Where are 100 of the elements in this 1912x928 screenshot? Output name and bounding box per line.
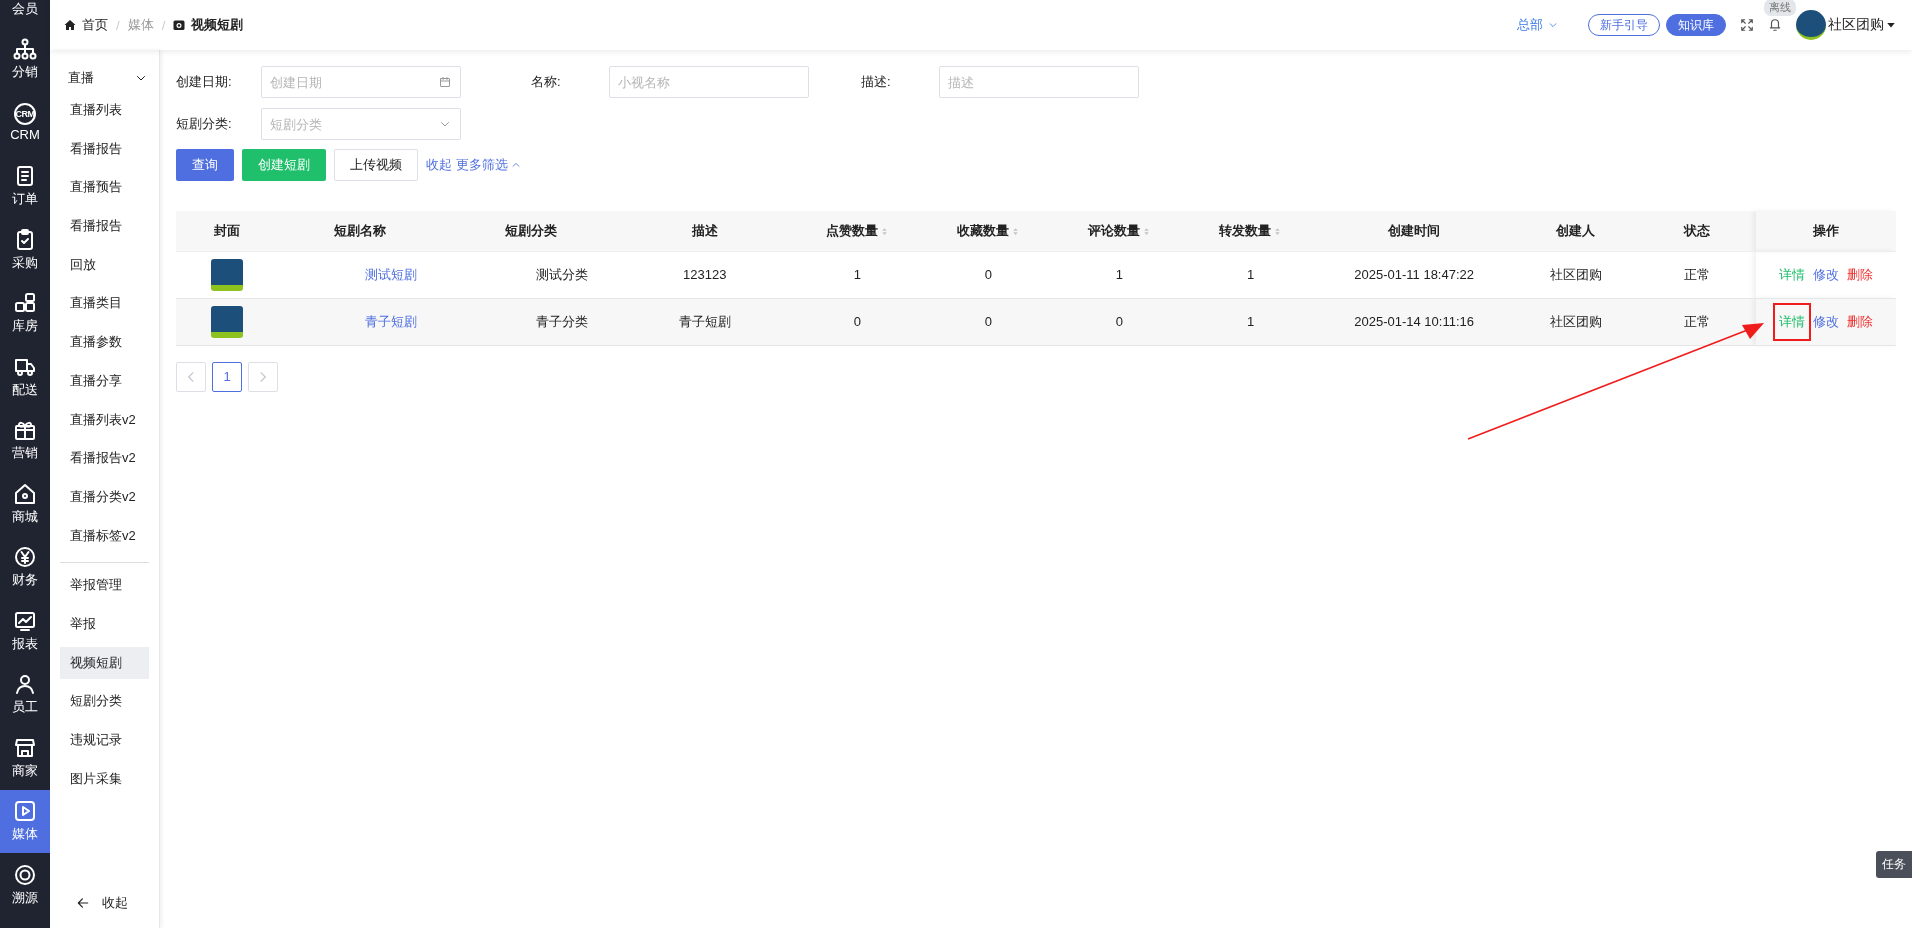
rail-item[interactable]: 订单 (0, 154, 50, 218)
menu-item[interactable]: 看播报告 (60, 210, 149, 243)
table-cell: 123123 (619, 251, 791, 298)
table-cell: 1 (1186, 298, 1315, 345)
table-cell: 1 (1052, 251, 1187, 298)
rail-item[interactable]: 员工 (0, 662, 50, 726)
delete-link[interactable]: 删除 (1846, 265, 1873, 284)
column-header[interactable]: 点赞数量 (790, 211, 925, 251)
column-header[interactable]: 收藏数量 (924, 211, 1053, 251)
menu-item[interactable]: 看播报告 (60, 132, 149, 165)
input-field[interactable]: 小视名称 (609, 66, 809, 98)
table-cell: 社区团购 (1513, 298, 1638, 345)
table-cell: 2025-01-11 18:47:22 (1314, 251, 1514, 298)
menu-item[interactable]: 直播列表v2 (60, 403, 149, 436)
bell-icon (1768, 18, 1782, 32)
menu-item[interactable]: 直播类目 (60, 287, 149, 320)
house-icon (13, 481, 37, 506)
camera-icon (173, 19, 186, 31)
table-cell: 0 (924, 251, 1053, 298)
breadcrumb-item: 视频短剧 (191, 16, 244, 34)
search-button[interactable]: 查询 (176, 149, 234, 181)
cover-thumbnail (210, 305, 243, 338)
rail-item[interactable]: 库房 (0, 281, 50, 345)
rail-item[interactable]: 采购 (0, 218, 50, 282)
org-dropdown[interactable]: 总部 (1517, 16, 1558, 34)
target-icon (13, 862, 37, 887)
person-icon (13, 672, 37, 697)
collapse-link[interactable]: 收起 (426, 156, 452, 174)
edit-link[interactable]: 修改 (1812, 265, 1839, 284)
prev-page-icon (176, 361, 206, 392)
rail-item[interactable]: 财务 (0, 535, 50, 599)
menu-item[interactable]: 直播标签v2 (60, 519, 149, 552)
table-cell: 2025-01-14 10:11:16 (1314, 298, 1514, 345)
knowledge-base-button[interactable]: 知识库 (1666, 14, 1726, 36)
sort-icon (1010, 225, 1020, 237)
rail-item[interactable]: 媒体 (0, 789, 50, 853)
avatar (1796, 10, 1826, 40)
menu-item[interactable]: 直播分类v2 (60, 480, 149, 513)
task-button[interactable]: 任务 (1876, 851, 1912, 878)
chevron-down-icon (1548, 20, 1558, 30)
column-header[interactable]: 转发数量 (1186, 211, 1315, 251)
date-field[interactable]: 创建日期 (261, 66, 461, 98)
guide-button[interactable]: 新手引导 (1588, 14, 1660, 36)
column-header: 描述 (619, 211, 791, 251)
delete-link[interactable]: 删除 (1846, 312, 1873, 331)
rail-item[interactable]: 溯源 (0, 853, 50, 917)
rail-item[interactable]: 配送 (0, 345, 50, 409)
menu-group[interactable]: 直播 (60, 62, 149, 94)
rail-item[interactable]: 分销 (0, 27, 50, 91)
table-cell: 1 (1186, 251, 1315, 298)
menu-item[interactable]: 举报 (60, 607, 149, 640)
menu-item[interactable]: 直播列表 (60, 94, 149, 126)
column-header: 创建时间 (1314, 211, 1514, 251)
menu-item[interactable]: 举报管理 (60, 569, 149, 602)
field-label: 名称: (530, 73, 562, 91)
collapse-button[interactable]: 收起 (50, 894, 159, 912)
breadcrumb-separator: / (116, 17, 120, 33)
menu-item[interactable]: 直播预告 (60, 171, 149, 204)
crm-icon: CRM (14, 103, 36, 126)
column-header[interactable]: 评论数量 (1052, 211, 1187, 251)
menu-item[interactable]: 看播报告v2 (60, 442, 149, 475)
edit-link[interactable]: 修改 (1812, 312, 1839, 331)
home-icon (64, 19, 76, 31)
rail-item[interactable]: 营销 (0, 408, 50, 472)
rail-item[interactable]: 会员 (0, 0, 50, 28)
rail-item[interactable]: 报表 (0, 599, 50, 663)
cover-thumbnail (210, 258, 243, 291)
menu-item[interactable]: 图片采集 (60, 762, 149, 795)
field-label: 创建日期: (176, 73, 233, 91)
calendar-icon (439, 76, 451, 88)
table-cell: 青子分类 (448, 298, 620, 345)
field-label: 短剧分类: (176, 115, 233, 133)
menu-item[interactable]: 直播分享 (60, 364, 149, 397)
column-header: 短剧分类 (448, 211, 620, 251)
caret-down-icon (1886, 20, 1896, 30)
menu-item[interactable]: 短剧分类 (60, 685, 149, 718)
table-cell: 0 (1052, 298, 1187, 345)
user-menu[interactable]: 社区团购 (1796, 10, 1896, 40)
menu-item[interactable]: 视频短剧 (60, 646, 149, 679)
table-cell: 正常 (1637, 251, 1756, 298)
title-link[interactable]: 测试短剧 (365, 265, 418, 284)
select-field[interactable]: 短剧分类 (261, 108, 461, 140)
breadcrumb-item[interactable]: 首页 (82, 16, 108, 34)
menu-item[interactable]: 违规记录 (60, 724, 149, 756)
column-header: 封面 (176, 211, 278, 251)
rail-item[interactable]: 商城 (0, 472, 50, 536)
table-cell: 社区团购 (1513, 251, 1638, 298)
chevron-up-icon (511, 160, 521, 170)
title-link[interactable]: 青子短剧 (365, 312, 418, 331)
page-button[interactable]: 1 (212, 361, 242, 392)
table-cell: 1 (790, 251, 925, 298)
upload-button[interactable]: 上传视频 (334, 149, 418, 181)
menu-item[interactable]: 回放 (60, 248, 149, 281)
input-field[interactable]: 描述 (939, 66, 1139, 98)
table-cell: 0 (924, 298, 1053, 345)
more-filters-link[interactable]: 更多筛选 (456, 156, 521, 174)
play-icon (13, 799, 37, 824)
rail-item[interactable]: 商家 (0, 726, 50, 790)
menu-item[interactable]: 直播参数 (60, 326, 149, 359)
rail-item[interactable]: CRM CRM (0, 91, 50, 155)
